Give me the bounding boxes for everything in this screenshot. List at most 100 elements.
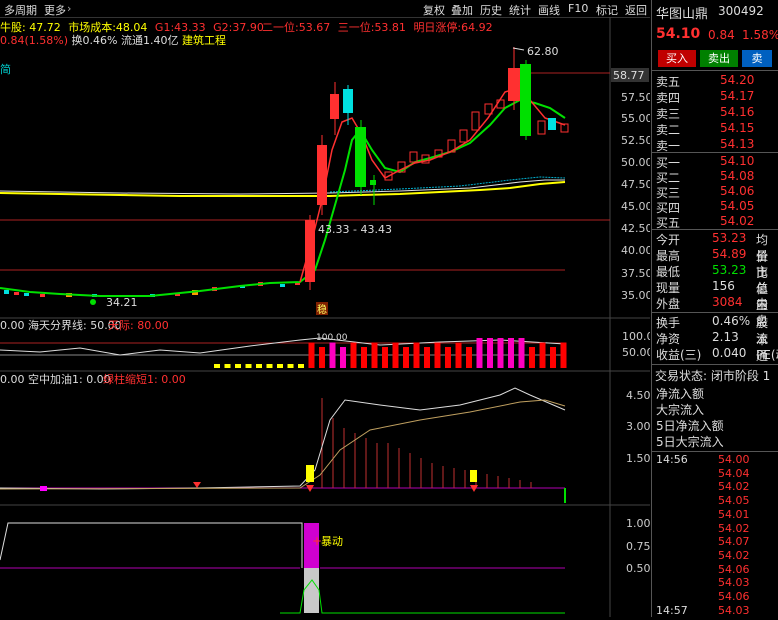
axis-tick: 50.00 bbox=[622, 346, 650, 359]
bid-price: 54.08 bbox=[720, 169, 755, 183]
quote-value: 53.23 bbox=[712, 231, 747, 245]
candle bbox=[471, 111, 480, 131]
histogram-bar bbox=[298, 364, 304, 368]
histogram-bar bbox=[224, 364, 231, 368]
axis-tick: 1.50 bbox=[626, 452, 650, 465]
ask-row[interactable]: 卖三 54.16 bbox=[652, 104, 778, 121]
tick-price: 54.01 bbox=[718, 507, 750, 521]
histogram-bar bbox=[277, 364, 283, 368]
quote-value: 156 bbox=[712, 279, 735, 293]
candle bbox=[343, 89, 353, 113]
stock-code: 300492 bbox=[718, 4, 764, 18]
tick-price: 54.04 bbox=[718, 466, 750, 480]
ask-row[interactable]: 卖五 54.20 bbox=[652, 72, 778, 89]
quote-row: 最高 54.89 量比 bbox=[652, 246, 778, 280]
tick-price: 54.03 bbox=[718, 603, 750, 617]
third-button[interactable]: 卖 bbox=[742, 50, 772, 67]
axis-tick: 0.75 bbox=[626, 540, 650, 553]
histogram-bar bbox=[466, 347, 472, 368]
candle bbox=[548, 118, 556, 130]
sell-button[interactable]: 卖出 bbox=[700, 50, 738, 67]
kline-chart[interactable]: 57.50 55.00 52.50 50.00 47.50 45.00 42.5… bbox=[0, 0, 650, 617]
histogram-bar bbox=[424, 347, 430, 368]
tick-price: 54.07 bbox=[718, 535, 750, 549]
sub2-histogram bbox=[321, 398, 532, 488]
histogram-bar bbox=[308, 342, 315, 368]
sub2-tan-line bbox=[0, 399, 566, 490]
histogram-bar bbox=[413, 342, 420, 368]
sub3-white-line bbox=[0, 522, 303, 568]
tick-price: 54.02 bbox=[718, 480, 750, 494]
histogram-bar bbox=[508, 338, 514, 368]
axis-tick: 47.50 bbox=[621, 178, 650, 191]
quote-row: 最低 53.23 市值 bbox=[652, 262, 778, 296]
histogram-bar bbox=[529, 347, 535, 368]
candle bbox=[305, 220, 315, 282]
histogram-bar bbox=[329, 342, 336, 368]
sub2-down-arrow-icon bbox=[193, 482, 201, 488]
tick-time: 14:56 bbox=[656, 453, 688, 466]
candle bbox=[496, 99, 505, 109]
histogram-bar bbox=[539, 342, 546, 368]
sub2-signal-bar bbox=[40, 486, 47, 491]
sub2-signal-bar bbox=[470, 470, 477, 482]
ask-price: 54.20 bbox=[720, 73, 755, 87]
tick-time: 14:57 bbox=[656, 603, 688, 617]
quote-label: 外盘 bbox=[656, 297, 681, 311]
axis-tick: 35.00 bbox=[621, 289, 650, 302]
flow-row: 5日大宗流入 bbox=[652, 432, 778, 449]
quote2-value: 0.46% bbox=[712, 314, 751, 328]
candle bbox=[317, 145, 327, 205]
quote-value: 53.23 bbox=[712, 263, 747, 277]
tick-price: 54.02 bbox=[718, 548, 750, 562]
sub1-title: 0.00 海天分界线: 50.00 bbox=[0, 318, 122, 332]
signal-badge-text: 稳 bbox=[317, 303, 327, 316]
ask-row[interactable]: 卖一 54.13 bbox=[652, 136, 778, 153]
tick-row: 14:57 54.03 bbox=[652, 603, 778, 620]
axis-tick: 42.50 bbox=[621, 222, 650, 235]
histogram-bar bbox=[235, 364, 241, 368]
ask-row[interactable]: 卖四 54.17 bbox=[652, 88, 778, 105]
histogram-bar bbox=[403, 347, 409, 368]
candle bbox=[280, 284, 285, 287]
histogram-bar bbox=[319, 347, 325, 368]
quote2-row: 收益(三) 0.040 PE(动) bbox=[652, 345, 778, 362]
sub2-signal-bar bbox=[306, 465, 314, 482]
histogram-bar bbox=[214, 364, 220, 368]
histogram-bar bbox=[382, 347, 388, 368]
axis-tick: 4.50 bbox=[626, 389, 650, 402]
sub3-gray-block bbox=[304, 568, 319, 613]
axis-tick: 57.50 bbox=[621, 91, 650, 104]
high-mark-label: 62.80 bbox=[527, 45, 559, 58]
candle bbox=[370, 180, 376, 185]
candle bbox=[4, 290, 9, 294]
candle bbox=[409, 151, 418, 163]
histogram-bar bbox=[476, 338, 483, 368]
quote2-value: 0.040 bbox=[712, 346, 747, 360]
histogram-bar bbox=[445, 347, 451, 368]
histogram-bar bbox=[550, 347, 556, 368]
histogram-bar bbox=[560, 342, 567, 368]
quote-panel: 华图山鼎 300492 54.10 0.84 1.58% 买入 卖出 卖 卖五 5… bbox=[651, 0, 778, 617]
quote-row: 现量 156 总量 bbox=[652, 278, 778, 312]
buy-button[interactable]: 买入 bbox=[658, 50, 696, 67]
axis-tick: 50.00 bbox=[621, 156, 650, 169]
histogram-bar bbox=[487, 338, 493, 368]
quote-row: 今开 53.23 均价 bbox=[652, 230, 778, 264]
ask-row[interactable]: 卖二 54.15 bbox=[652, 120, 778, 137]
bid-row[interactable]: 买五 54.02 bbox=[652, 213, 778, 230]
candle bbox=[14, 292, 19, 295]
candle bbox=[537, 120, 546, 135]
flow-label: 5日大宗流入 bbox=[656, 435, 724, 449]
bid-price: 54.10 bbox=[720, 154, 755, 168]
quote-value: 3084 bbox=[712, 295, 743, 309]
histogram-bar bbox=[256, 364, 262, 368]
histogram-bar bbox=[287, 364, 294, 368]
price-pct: 1.58% bbox=[742, 28, 778, 42]
last-price: 54.10 bbox=[656, 26, 701, 42]
histogram-bar bbox=[434, 342, 441, 368]
candle bbox=[24, 293, 29, 296]
histogram-bar bbox=[455, 342, 462, 368]
axis-tick: 40.00 bbox=[621, 244, 650, 257]
g-range-label: 43.33 - 43.43 bbox=[318, 223, 392, 236]
